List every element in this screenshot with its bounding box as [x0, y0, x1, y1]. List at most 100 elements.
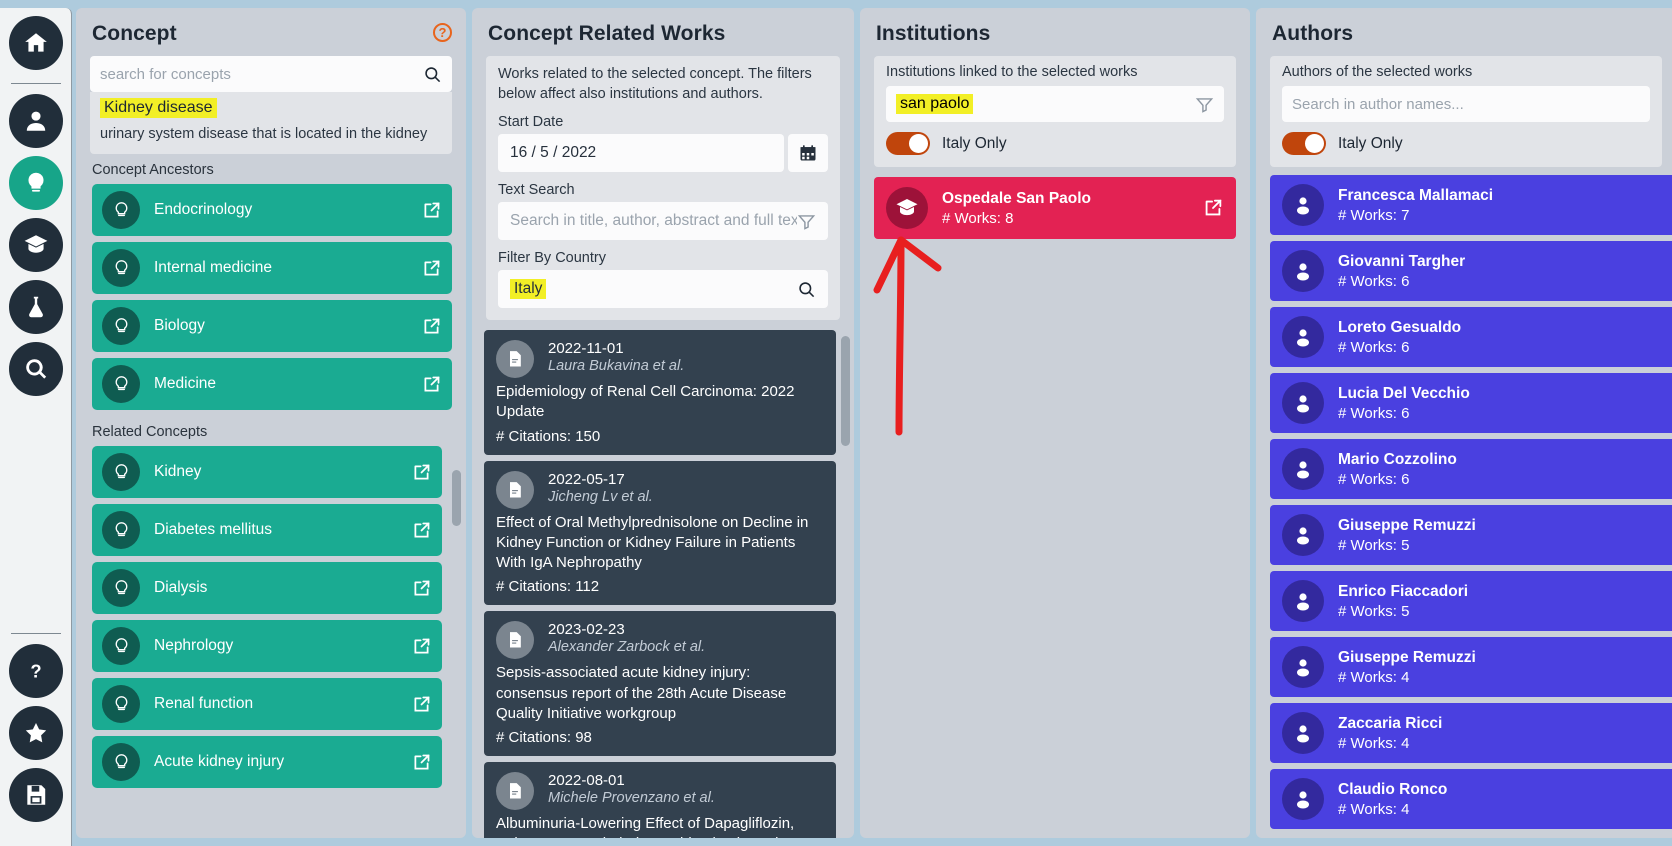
author-card[interactable]: Mario Cozzolino # Works: 6 [1270, 439, 1672, 499]
institutions-description: Institutions linked to the selected work… [886, 64, 1138, 80]
country-filter-field[interactable]: Italy [498, 270, 828, 308]
author-name: Lucia Del Vecchio [1338, 384, 1470, 402]
concept-chip-label: Renal function [154, 695, 254, 712]
work-authors: Jicheng Lv et al. [548, 488, 653, 505]
author-card[interactable]: Giuseppe Remuzzi # Works: 4 [1270, 637, 1672, 697]
work-title: Effect of Oral Methylprednisolone on Dec… [496, 513, 809, 572]
lightbulb-icon[interactable] [8, 156, 63, 210]
search-icon[interactable] [423, 65, 442, 84]
work-title: Epidemiology of Renal Cell Carcinoma: 20… [496, 383, 795, 421]
author-card[interactable]: Loreto Gesualdo # Works: 6 [1270, 307, 1672, 367]
concept-chip[interactable]: Acute kidney injury [92, 736, 442, 788]
author-card[interactable]: Francesca Mallamaci # Works: 7 [1270, 175, 1672, 235]
author-search-input[interactable] [1292, 95, 1640, 113]
save-icon[interactable] [9, 768, 63, 822]
author-card[interactable]: Giuseppe Remuzzi # Works: 5 [1270, 505, 1672, 565]
concept-chip[interactable]: Dialysis [92, 562, 442, 614]
filter-icon[interactable] [1195, 95, 1214, 114]
institutions-list: Ospedale San Paolo # Works: 8 [860, 167, 1250, 239]
author-works-count: # Works: 4 [1338, 800, 1410, 818]
related-concepts-scrollbar[interactable] [452, 470, 461, 526]
italy-only-toggle[interactable] [1282, 132, 1326, 155]
concept-chip[interactable]: Biology [92, 300, 452, 352]
concept-search-box[interactable] [90, 56, 452, 92]
filter-icon[interactable] [797, 212, 816, 231]
concept-search-input[interactable] [100, 65, 423, 83]
author-works-count: # Works: 5 [1338, 536, 1410, 554]
document-icon [496, 340, 534, 378]
person-icon [1282, 778, 1324, 820]
calendar-icon[interactable] [788, 134, 828, 172]
concept-chip[interactable]: Nephrology [92, 620, 442, 672]
star-icon[interactable] [9, 706, 63, 760]
author-name: Zaccaria Ricci [1338, 714, 1443, 732]
help-icon[interactable]: ? [9, 644, 63, 698]
author-name: Giuseppe Remuzzi [1338, 516, 1476, 534]
external-link-icon[interactable] [421, 258, 442, 279]
help-circle-icon[interactable]: ? [433, 22, 452, 42]
external-link-icon[interactable] [411, 462, 432, 483]
text-search-label: Text Search [498, 182, 575, 198]
italy-only-toggle[interactable] [886, 132, 930, 155]
author-card[interactable]: Lucia Del Vecchio # Works: 6 [1270, 373, 1672, 433]
external-link-icon[interactable] [411, 520, 432, 541]
concept-chip[interactable]: Medicine [92, 358, 452, 410]
work-card[interactable]: 2022-11-01 Laura Bukavina et al. Epidemiol… [484, 330, 836, 455]
external-link-icon[interactable] [411, 694, 432, 715]
search-icon[interactable] [797, 280, 816, 299]
concept-chip[interactable]: Endocrinology [92, 184, 452, 236]
external-link-icon[interactable] [411, 636, 432, 657]
search-icon[interactable] [8, 342, 63, 396]
selected-concept-name: Kidney disease [100, 98, 217, 118]
institution-card[interactable]: Ospedale San Paolo # Works: 8 [874, 177, 1236, 239]
graduation-cap-icon[interactable] [8, 218, 63, 272]
institutions-italy-only-row[interactable]: Italy Only [874, 122, 1236, 159]
institution-search-value: san paolo [896, 94, 974, 114]
graduation-cap-icon [886, 187, 928, 229]
work-card[interactable]: 2022-05-17 Jicheng Lv et al. Effect of Ora… [484, 460, 836, 606]
works-list-scrollbar[interactable] [841, 336, 850, 446]
author-card[interactable]: Giovanni Targher # Works: 6 [1270, 241, 1672, 301]
person-icon [1282, 646, 1324, 688]
concept-chip[interactable]: Diabetes mellitus [92, 504, 442, 556]
external-link-icon[interactable] [421, 316, 442, 337]
concept-chip-label: Kidney [154, 463, 202, 480]
external-link-icon[interactable] [421, 374, 442, 395]
lightbulb-icon [102, 685, 140, 723]
work-citations: # Citations: 98 [496, 729, 592, 746]
works-filter-box: Works related to the selected concept. T… [486, 56, 840, 320]
author-card[interactable]: Claudio Ronco # Works: 4 [1270, 769, 1672, 829]
works-description: Works related to the selected concept. T… [498, 66, 812, 102]
institution-search-field[interactable]: san paolo [886, 86, 1224, 122]
work-card[interactable]: 2023-02-23 Alexander Zarbock et al. Sepsis… [484, 611, 836, 756]
external-link-icon[interactable] [411, 578, 432, 599]
external-link-icon[interactable] [411, 752, 432, 773]
author-works-count: # Works: 4 [1338, 734, 1410, 752]
author-card[interactable]: Enrico Fiaccadori # Works: 5 [1270, 571, 1672, 631]
author-name: Loreto Gesualdo [1338, 318, 1462, 336]
home-icon[interactable] [8, 16, 63, 70]
flask-icon[interactable] [8, 280, 63, 334]
external-link-icon[interactable] [421, 200, 442, 221]
concept-ancestors-list: Endocrinology Internal medicine Biology Med… [76, 184, 466, 416]
author-search-field[interactable] [1282, 86, 1650, 122]
work-card[interactable]: 2022-08-01 Michele Provenzano et al. Album… [484, 762, 836, 838]
document-icon [496, 772, 534, 810]
concept-related-works-panel: Concept Related Works Works related to t… [472, 8, 854, 838]
external-link-icon[interactable] [1202, 197, 1224, 219]
text-search-field[interactable] [498, 202, 828, 240]
authors-italy-only-row[interactable]: Italy Only [1270, 122, 1662, 159]
selected-concept: Kidney disease urinary system disease th… [90, 92, 452, 154]
author-card[interactable]: Zaccaria Ricci # Works: 4 [1270, 703, 1672, 763]
work-date: 2022-08-01 [548, 772, 625, 789]
concept-chip[interactable]: Internal medicine [92, 242, 452, 294]
start-date-field[interactable]: 16 / 5 / 2022 [498, 134, 784, 172]
country-filter-value: Italy [510, 279, 547, 299]
concept-chip[interactable]: Kidney [92, 446, 442, 498]
text-search-input[interactable] [510, 212, 797, 230]
concept-chip[interactable]: Renal function [92, 678, 442, 730]
person-icon [1282, 184, 1324, 226]
person-icon[interactable] [8, 94, 63, 148]
author-name: Francesca Mallamaci [1338, 186, 1494, 204]
work-authors: Michele Provenzano et al. [548, 790, 715, 806]
